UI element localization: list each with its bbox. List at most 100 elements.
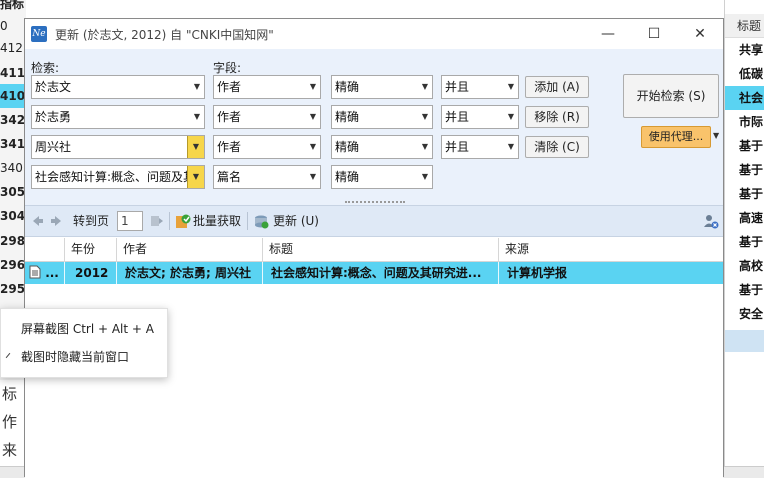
bg-left-cell: 296 xyxy=(0,258,26,272)
bg-right-cell[interactable]: 高校 xyxy=(725,254,764,278)
batch-fetch-icon[interactable] xyxy=(175,213,191,229)
user-settings-icon[interactable] xyxy=(703,213,719,229)
bg-right-band xyxy=(725,330,764,352)
chevron-down-icon[interactable]: ▼ xyxy=(504,136,518,158)
match-select-value: 精确 xyxy=(335,110,360,124)
chevron-down-icon[interactable]: ▼ xyxy=(187,166,204,188)
bg-right-cell[interactable]: 基于 xyxy=(725,134,764,158)
bg-right-cell[interactable]: 市际 xyxy=(725,110,764,134)
field-select-value: 作者 xyxy=(217,140,242,154)
table-header: 年份 作者 标题 来源 xyxy=(25,238,723,262)
chevron-down-icon[interactable]: ▼ xyxy=(306,166,320,188)
chevron-down-icon[interactable]: ▼ xyxy=(418,166,432,188)
logic-select[interactable]: 并且 ▼ xyxy=(441,135,519,159)
search-term-value: 周兴社 xyxy=(35,140,72,154)
menu-item-screenshot[interactable]: 屏幕截图 Ctrl + Alt + A xyxy=(1,315,167,343)
search-term-input[interactable]: 於志文 ▼ xyxy=(31,75,205,99)
menu-item-hide-window[interactable]: 截图时隐藏当前窗口 xyxy=(1,343,167,371)
remove-button[interactable]: 移除 (R) xyxy=(525,106,589,128)
close-button[interactable]: ✕ xyxy=(677,19,723,49)
chevron-down-icon[interactable]: ▼ xyxy=(187,136,204,158)
bg-left-cell: 305 xyxy=(0,185,26,199)
minimize-button[interactable]: — xyxy=(585,19,631,49)
use-proxy-button[interactable]: 使用代理... xyxy=(641,126,711,148)
table-row[interactable]: ... 2012 於志文; 於志勇; 周兴社 社会感知计算:概念、问题及其研究进… xyxy=(25,262,723,284)
go-page-icon[interactable] xyxy=(149,213,165,229)
chevron-down-icon[interactable]: ▼ xyxy=(713,131,719,140)
batch-fetch-button[interactable]: 批量获取 xyxy=(193,206,241,236)
year-cell: 2012 xyxy=(65,262,117,284)
chevron-down-icon[interactable]: ▼ xyxy=(418,76,432,98)
clear-button[interactable]: 清除 (C) xyxy=(525,136,589,158)
bg-left-cell: 340 xyxy=(0,161,23,175)
bg-right-cell[interactable]: 共享 xyxy=(725,38,764,62)
background-right-column: 标题 共享 低碳 社会 市际 基于 基于 基于 高速 基于 高校 基于 安全 xyxy=(724,0,764,477)
title-cell: 社会感知计算:概念、问题及其研究进... xyxy=(263,262,499,284)
match-select-value: 精确 xyxy=(335,170,360,184)
match-select[interactable]: 精确 ▼ xyxy=(331,135,433,159)
chevron-down-icon[interactable]: ▼ xyxy=(306,106,320,128)
page-number-input[interactable]: 1 xyxy=(117,211,143,231)
search-term-input[interactable]: 社会感知计算:概念、问题及其 ▼ xyxy=(31,165,205,189)
column-header-icon[interactable] xyxy=(25,238,65,261)
toolbar-separator xyxy=(247,212,248,230)
chevron-down-icon[interactable]: ▼ xyxy=(504,106,518,128)
bg-left-cell: 342 xyxy=(0,113,26,127)
bg-left-cell: 0 xyxy=(0,19,8,33)
toolbar-separator xyxy=(169,212,170,230)
add-button[interactable]: 添加 (A) xyxy=(525,76,589,98)
field-select[interactable]: 篇名 ▼ xyxy=(213,165,321,189)
column-header-author[interactable]: 作者 xyxy=(117,238,263,261)
match-select[interactable]: 精确 ▼ xyxy=(331,165,433,189)
bg-right-cell[interactable]: 安全 xyxy=(725,302,764,326)
chevron-down-icon[interactable]: ▼ xyxy=(190,106,204,128)
update-icon[interactable] xyxy=(253,213,269,229)
bg-right-cell[interactable]: 基于 xyxy=(725,158,764,182)
bg-label: 来源 xyxy=(2,441,18,459)
chevron-down-icon[interactable]: ▼ xyxy=(306,76,320,98)
search-term-input[interactable]: 於志勇 ▼ xyxy=(31,105,205,129)
field-select-value: 作者 xyxy=(217,80,242,94)
logic-select[interactable]: 并且 ▼ xyxy=(441,75,519,99)
logic-select[interactable]: 并且 ▼ xyxy=(441,105,519,129)
bg-right-cell[interactable]: 社会 xyxy=(725,86,764,110)
match-select[interactable]: 精确 ▼ xyxy=(331,105,433,129)
document-icon-ellipsis: ... xyxy=(45,266,59,280)
arrow-right-icon[interactable] xyxy=(49,213,65,229)
bg-left-cell: 295 xyxy=(0,282,26,296)
logic-select-value: 并且 xyxy=(445,80,470,94)
chevron-down-icon[interactable]: ▼ xyxy=(418,136,432,158)
match-select[interactable]: 精确 ▼ xyxy=(331,75,433,99)
field-select[interactable]: 作者 ▼ xyxy=(213,135,321,159)
bg-left-cell: 298 xyxy=(0,234,26,248)
search-term-value: 社会感知计算:概念、问题及其 xyxy=(35,170,196,184)
column-header-source[interactable]: 来源 xyxy=(499,238,723,261)
match-select-value: 精确 xyxy=(335,80,360,94)
chevron-down-icon[interactable]: ▼ xyxy=(418,106,432,128)
search-term-input[interactable]: 周兴社 ▼ xyxy=(31,135,205,159)
chevron-down-icon[interactable]: ▼ xyxy=(190,76,204,98)
bg-right-cell[interactable]: 基于 xyxy=(725,230,764,254)
bg-right-cell[interactable]: 高速 xyxy=(725,206,764,230)
bg-right-cell[interactable]: 低碳 xyxy=(725,62,764,86)
field-select-value: 作者 xyxy=(217,110,242,124)
title-bar[interactable]: Ne 更新 (於志文, 2012) 自 "CNKI中国知网" — ☐ ✕ xyxy=(25,19,723,49)
column-header-title[interactable]: 标题 xyxy=(263,238,499,261)
bg-right-header: 标题 xyxy=(725,14,764,38)
bg-right-cell[interactable]: 基于 xyxy=(725,278,764,302)
source-cell: 计算机学报 xyxy=(507,266,568,280)
update-dialog: Ne 更新 (於志文, 2012) 自 "CNKI中国知网" — ☐ ✕ 检索:… xyxy=(24,18,724,478)
start-search-button[interactable]: 开始检索 (S) xyxy=(623,74,719,118)
update-button[interactable]: 更新 (U) xyxy=(273,206,319,236)
author-cell: 於志文; 於志勇; 周兴社 xyxy=(117,262,263,284)
field-select[interactable]: 作者 ▼ xyxy=(213,105,321,129)
chevron-down-icon[interactable]: ▼ xyxy=(504,76,518,98)
search-panel: 检索: 字段: 於志文 ▼ 作者 ▼ 精确 ▼ 并且 ▼ 於志勇 ▼ 作者 ▼ … xyxy=(25,49,723,205)
bg-right-cell[interactable]: 基于 xyxy=(725,182,764,206)
logic-select-value: 并且 xyxy=(445,140,470,154)
arrow-left-icon[interactable] xyxy=(29,213,45,229)
maximize-button[interactable]: ☐ xyxy=(631,19,677,49)
column-header-year[interactable]: 年份 xyxy=(65,238,117,261)
field-select[interactable]: 作者 ▼ xyxy=(213,75,321,99)
chevron-down-icon[interactable]: ▼ xyxy=(306,136,320,158)
